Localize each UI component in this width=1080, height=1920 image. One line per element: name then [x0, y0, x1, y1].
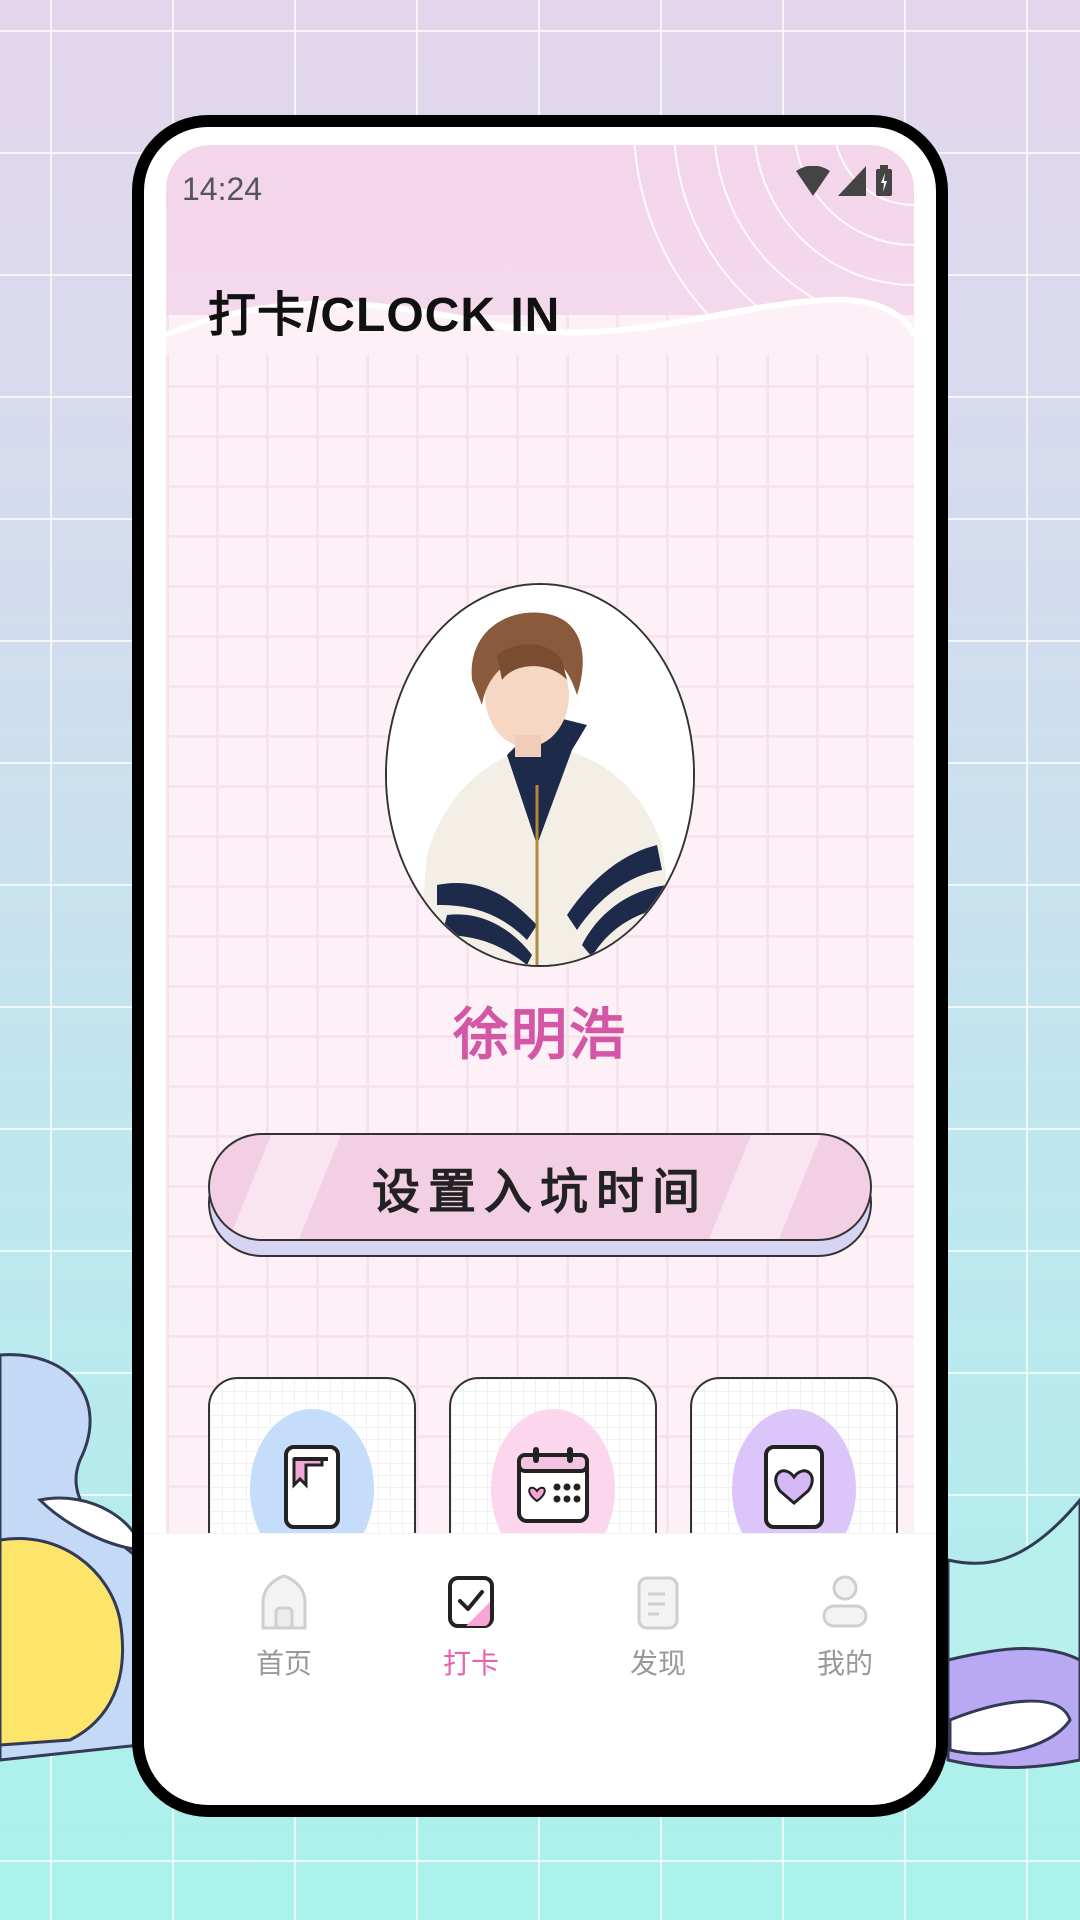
feature-card-heart[interactable] [690, 1377, 898, 1533]
status-time: 14:24 [182, 171, 263, 207]
set-entry-time-button[interactable]: 设置入坑时间 [208, 1133, 872, 1241]
calendar-heart-icon [517, 1447, 589, 1523]
discover-icon [637, 1576, 679, 1630]
signal-icon [838, 166, 866, 196]
screen: 14:24 打卡/CLOCK IN 徐明浩 设置入坑时间 [166, 145, 914, 1533]
phone-frame: 14:24 打卡/CLOCK IN 徐明浩 设置入坑时间 首页 打卡 发现 我的 [132, 115, 948, 1817]
tab-home-label: 首页 [255, 1647, 312, 1680]
home-icon [261, 1574, 307, 1630]
page-title: 打卡/CLOCK IN [208, 289, 561, 342]
tab-checkin[interactable]: 打卡 [411, 1574, 531, 1682]
bottom-tab-bar: 首页 打卡 发现 我的 [144, 1533, 936, 1804]
set-time-button-wrapper: 设置入坑时间 [208, 1133, 872, 1257]
tab-profile-label: 我的 [816, 1647, 873, 1680]
avatar [385, 583, 695, 967]
tab-home[interactable]: 首页 [224, 1574, 344, 1682]
wifi-icon [796, 166, 830, 196]
checkin-icon [448, 1576, 494, 1628]
set-entry-time-label: 设置入坑时间 [371, 1164, 708, 1220]
feature-card-bookmark[interactable] [208, 1377, 416, 1533]
tab-discover-label: 发现 [629, 1647, 686, 1680]
heart-card-icon [764, 1445, 824, 1529]
tab-discover[interactable]: 发现 [598, 1574, 718, 1682]
tab-profile[interactable]: 我的 [785, 1574, 905, 1682]
profile-icon [822, 1575, 868, 1628]
idol-portrait [387, 585, 693, 965]
tab-checkin-label: 打卡 [442, 1647, 499, 1680]
feature-card-calendar[interactable] [449, 1377, 657, 1533]
battery-icon [876, 165, 892, 196]
idol-name: 徐明浩 [453, 1003, 627, 1068]
bookmark-phone-icon [284, 1445, 340, 1529]
status-icons [796, 165, 894, 197]
